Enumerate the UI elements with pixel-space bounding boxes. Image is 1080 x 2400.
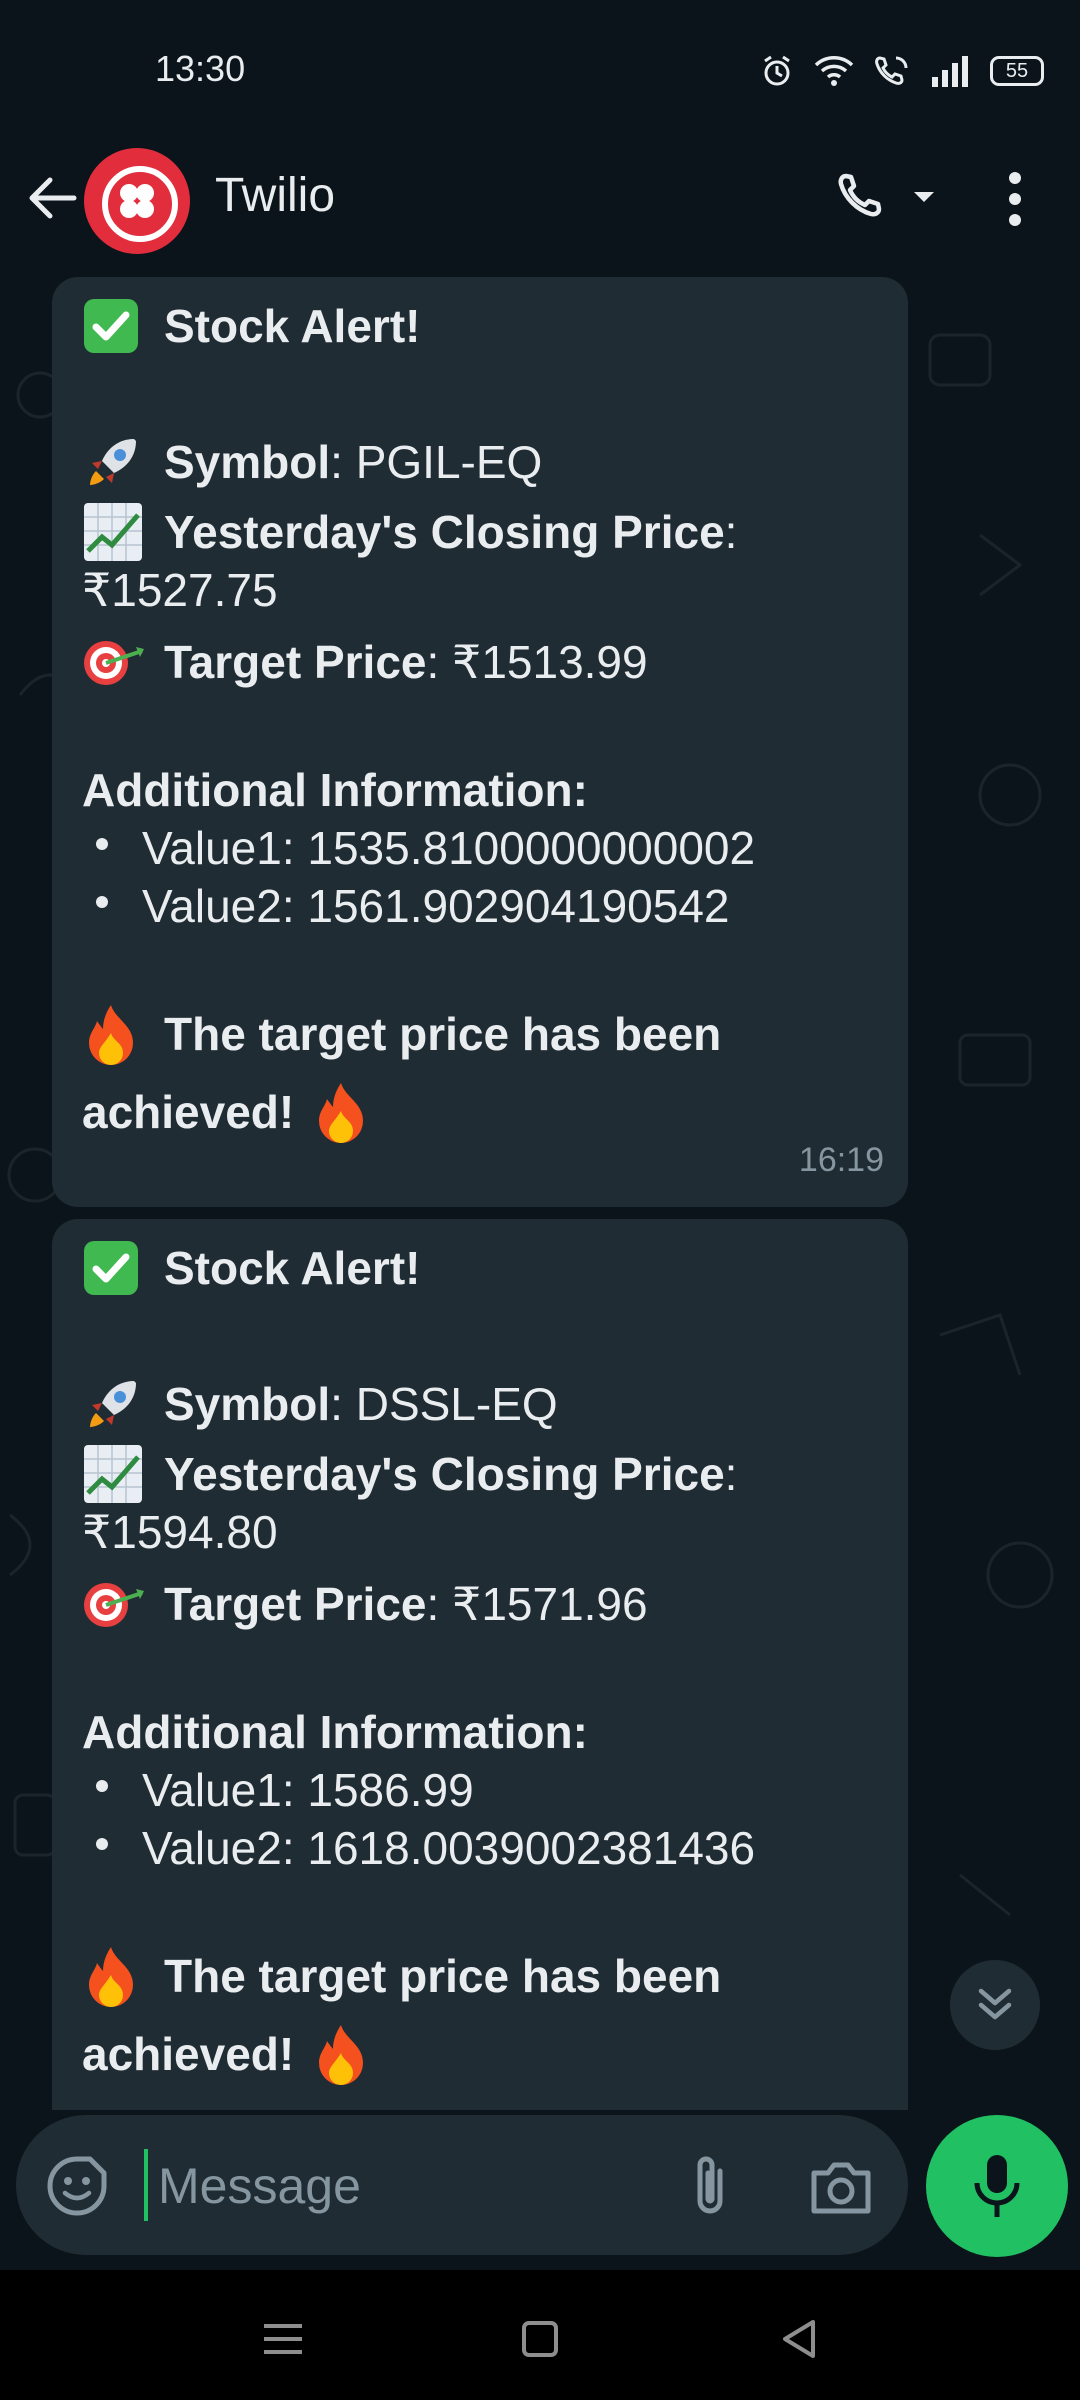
symbol-value: DSSL-EQ [355,1378,558,1430]
text-caret [144,2149,148,2221]
additional-info-heading: Additional Information: [82,1706,588,1758]
status-icons: 55 [760,50,1044,92]
avatar[interactable] [84,148,190,254]
fire-icon [312,1083,380,1143]
chart-increasing-icon [82,1445,150,1503]
voice-record-button[interactable] [926,2115,1068,2257]
target-price-value: ₹1571.96 [452,1578,648,1630]
message-timestamp: 16:19 [798,1141,884,1179]
back-arrow-icon[interactable] [22,168,82,228]
achieved-text-line1: The target price has been [164,1008,722,1060]
check-mark-icon [82,1239,150,1297]
closing-price-value: ₹1527.75 [82,564,278,616]
rocket-icon [82,433,150,491]
back-triangle-icon[interactable] [775,2314,825,2364]
alert-heading: Stock Alert! [164,300,421,352]
fire-icon [82,1005,150,1065]
message-composer [16,2115,908,2255]
check-mark-icon [82,297,150,355]
status-time: 13:30 [155,48,246,89]
contact-name[interactable]: Twilio [215,168,335,223]
value1-item: Value1: 1586.99 [142,1764,474,1816]
scroll-to-bottom-button[interactable] [950,1960,1040,2050]
home-square-icon[interactable] [515,2314,565,2364]
target-price-value: ₹1513.99 [452,636,648,688]
chat-header: Twilio [0,140,1080,275]
fire-icon [312,2025,380,2085]
emoji-sticker-icon[interactable] [44,2153,110,2219]
fire-icon [82,1947,150,2007]
status-bar: 13:30 55 [0,0,1080,140]
symbol-value: PGIL-EQ [355,436,543,488]
message-bubble[interactable]: Stock Alert! Symbol: DSSL-EQ Yesterday's… [52,1219,908,2110]
value2-item: Value2: 1561.902904190542 [142,880,730,932]
camera-icon[interactable] [806,2153,876,2223]
achieved-text-line1: The target price has been [164,1950,722,2002]
system-navigation-bar [0,2270,1080,2400]
more-options-icon[interactable] [990,164,1040,234]
direct-hit-target-icon [82,1575,150,1633]
additional-info-heading: Additional Information: [82,764,588,816]
value2-item: Value2: 1618.0039002381436 [142,1822,756,1874]
rocket-icon [82,1375,150,1433]
voice-call-icon[interactable] [832,162,942,232]
message-input[interactable] [156,2145,680,2227]
wifi-icon [814,56,854,86]
alert-heading: Stock Alert! [164,1242,421,1294]
achieved-text-line2: achieved! [82,2028,295,2080]
battery-icon: 55 [990,56,1044,86]
chart-increasing-icon [82,503,150,561]
wifi-call-icon [875,56,908,85]
double-chevron-down-icon [978,1988,1012,2020]
chat-area[interactable]: Stock Alert! Symbol: PGIL-EQ Yesterday's… [0,275,1080,2110]
alarm-icon [764,55,790,86]
microphone-icon [974,2155,1020,2217]
achieved-text-line2: achieved! [82,1086,295,1138]
message-bubble[interactable]: Stock Alert! Symbol: PGIL-EQ Yesterday's… [52,277,908,1207]
attach-paperclip-icon[interactable] [676,2151,746,2221]
direct-hit-target-icon [82,633,150,691]
value1-item: Value1: 1535.8100000000002 [142,822,756,874]
closing-price-value: ₹1594.80 [82,1506,278,1558]
signal-icon [932,56,968,87]
menu-recents-icon[interactable] [258,2314,308,2364]
